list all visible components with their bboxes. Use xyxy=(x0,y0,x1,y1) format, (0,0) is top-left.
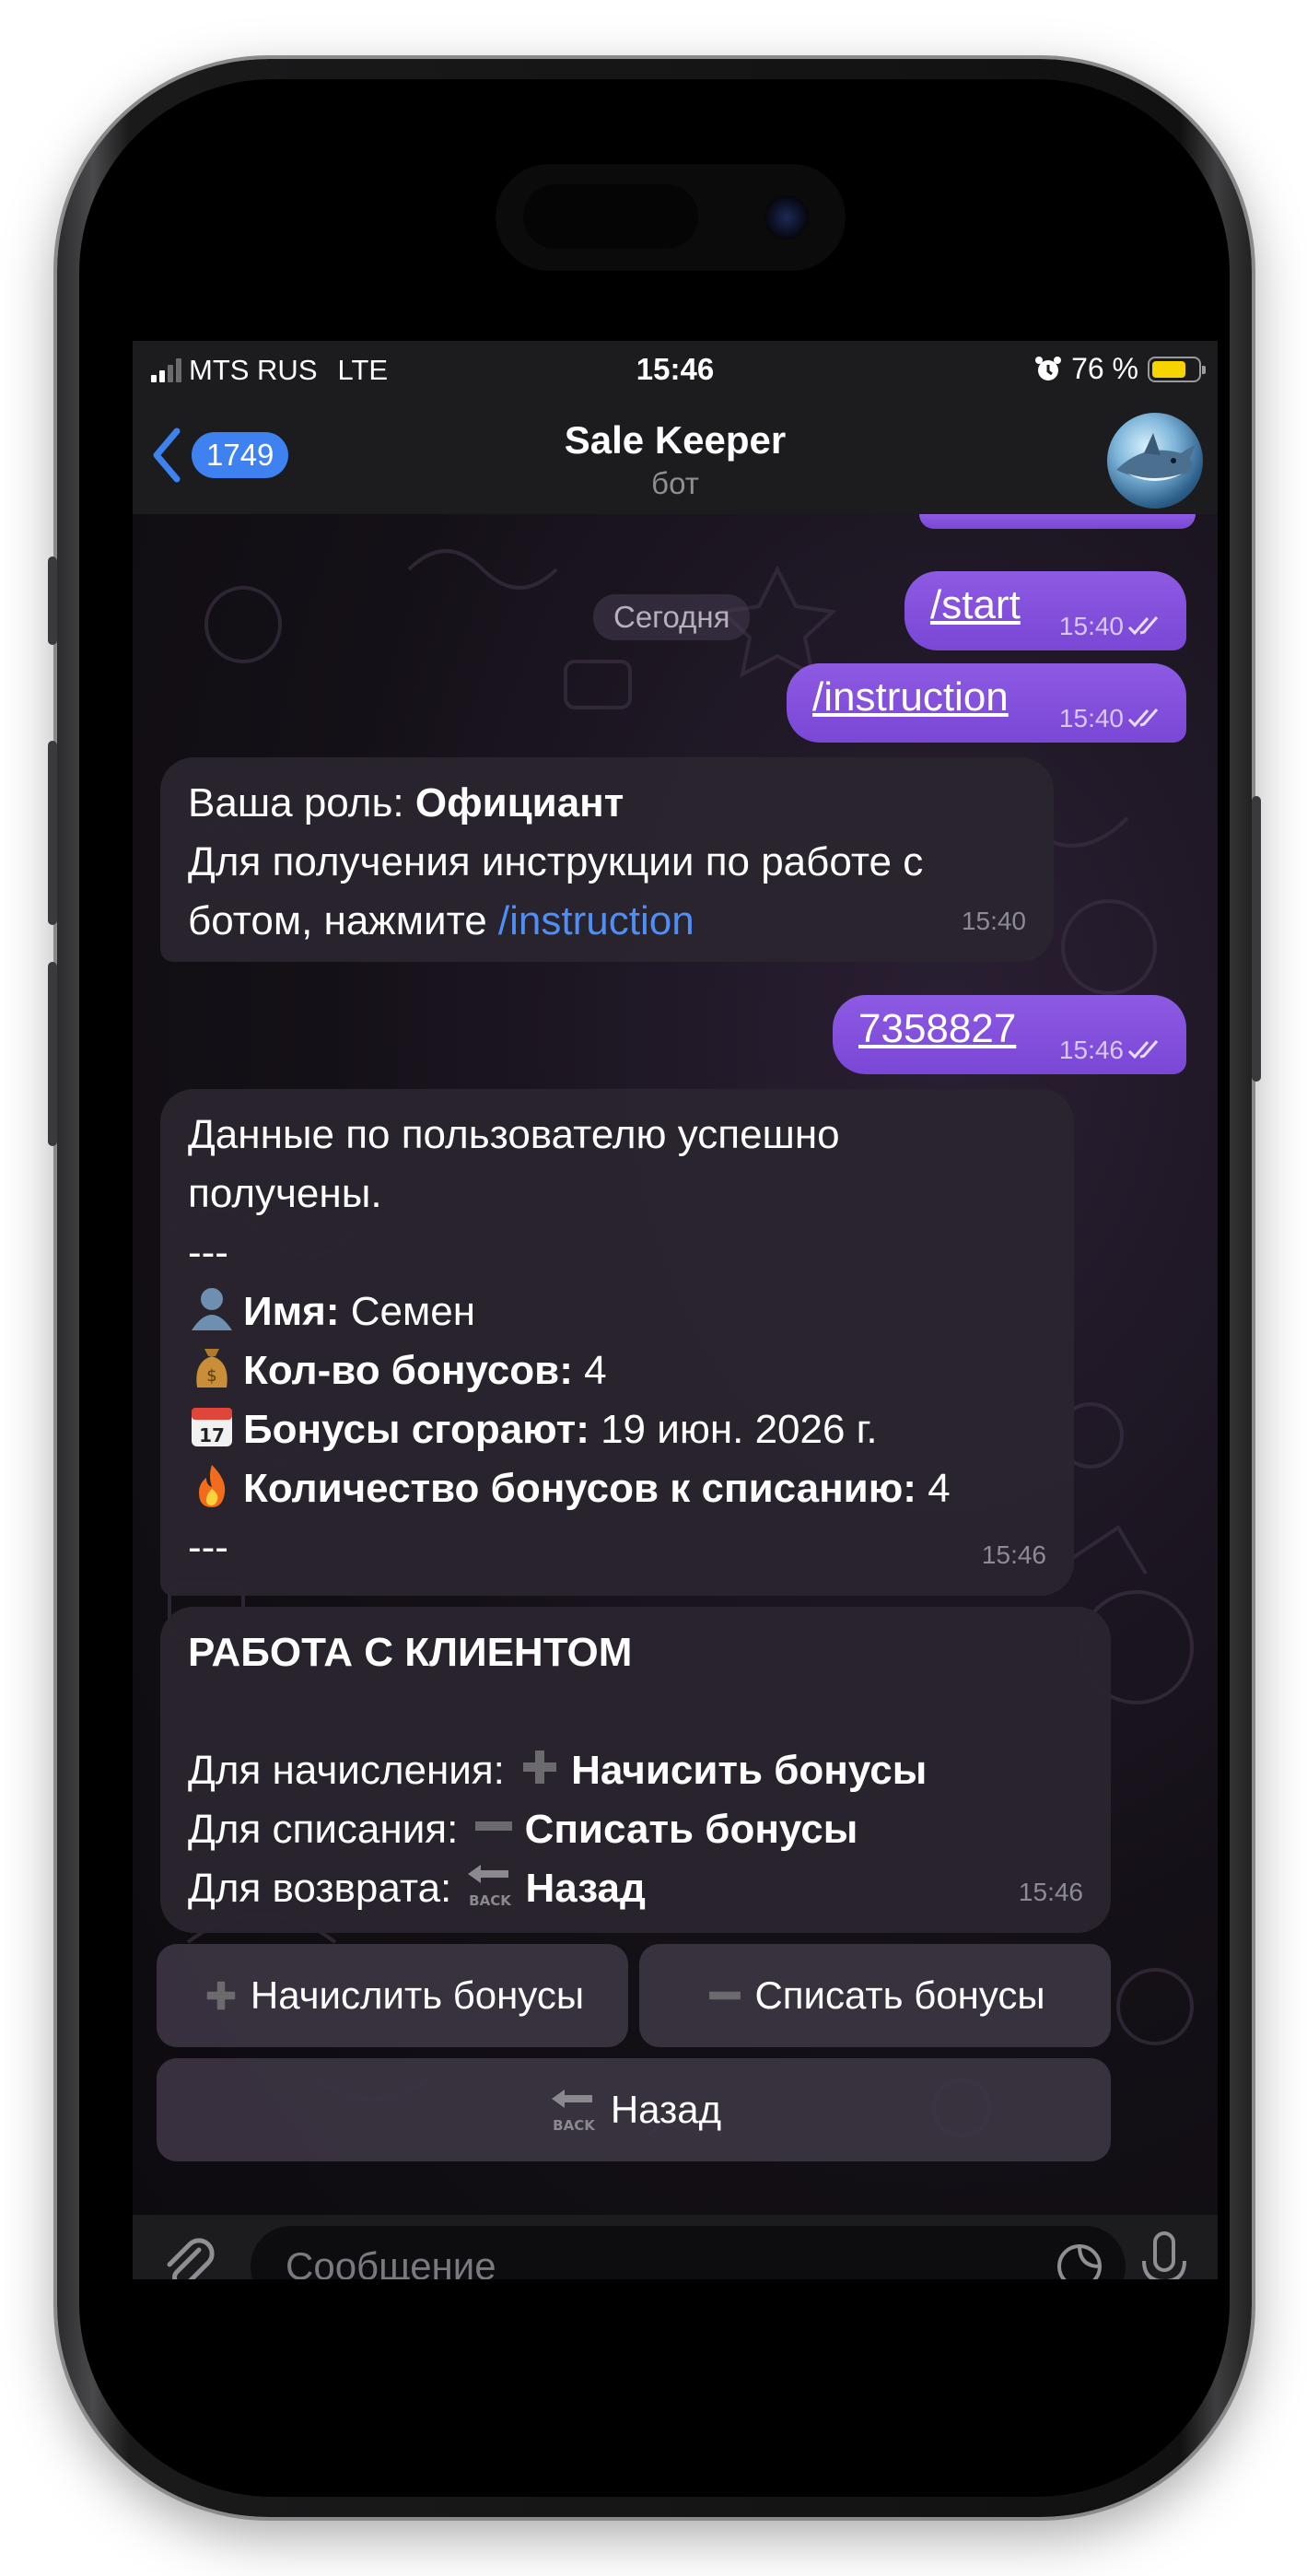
role-value: Официант xyxy=(414,780,624,825)
dynamic-island xyxy=(496,164,846,271)
name-value: Семен xyxy=(339,1289,475,1334)
svg-text:$: $ xyxy=(206,1366,216,1386)
shark-icon xyxy=(1116,433,1196,481)
power-button xyxy=(1252,796,1261,1082)
command-link[interactable]: /instruction xyxy=(812,674,1009,720)
day-separator: Сегодня xyxy=(593,594,751,640)
double-check-icon xyxy=(1127,616,1159,636)
message-text[interactable]: 7358827 xyxy=(858,1006,1016,1052)
paperclip-icon[interactable] xyxy=(157,2233,221,2279)
section-heading: РАБОТА С КЛИЕНТОМ xyxy=(188,1630,633,1675)
bonus-count-value: 4 xyxy=(572,1348,607,1393)
expiry-value: 19 июн. 2026 г. xyxy=(589,1407,878,1452)
message-composer: Сообщение xyxy=(133,2215,1218,2279)
battery-icon xyxy=(1148,356,1206,382)
incoming-message: РАБОТА С КЛИЕНТОМ Для начисления: Начиси… xyxy=(160,1607,1111,1933)
telegram-screen: MTS RUS LTE 15:46 76 % 1749 Sale Keeper … xyxy=(133,341,1218,2279)
return-action: Назад xyxy=(525,1866,646,1911)
volume-up-button xyxy=(48,741,57,925)
accrue-action: Начисить бонусы xyxy=(571,1748,928,1793)
svg-text:17: 17 xyxy=(199,1424,225,1446)
minus-icon xyxy=(474,1821,512,1831)
message-input[interactable]: Сообщение xyxy=(251,2226,1126,2279)
money-bag-icon: $ xyxy=(196,1349,228,1388)
separator-text: --- xyxy=(188,1525,228,1570)
writeoff-action: Списать бонусы xyxy=(524,1807,858,1852)
message-placeholder: Сообщение xyxy=(286,2244,496,2279)
previous-message-tail xyxy=(919,514,1196,529)
outgoing-message[interactable]: 7358827 15:46 xyxy=(833,995,1186,1074)
svg-text:BACK: BACK xyxy=(470,1892,513,1909)
bonus-count-label: Кол-во бонусов: xyxy=(243,1348,573,1393)
plus-icon xyxy=(206,1981,236,2010)
back-arrow-icon: BACK xyxy=(551,2090,596,2134)
message-time: 15:40 xyxy=(1058,612,1124,640)
status-bar: MTS RUS LTE 15:46 76 % xyxy=(133,341,1218,400)
microphone-icon[interactable] xyxy=(1137,2230,1192,2279)
writeoff-bonuses-button[interactable]: Списать бонусы xyxy=(639,1944,1111,2047)
svg-text:BACK: BACK xyxy=(553,2117,596,2134)
action-button xyxy=(48,556,57,645)
accrue-bonuses-button[interactable]: Начислить бонусы xyxy=(157,1944,628,2047)
writeoff-label: Для списания: xyxy=(188,1807,470,1852)
role-label: Ваша роль: xyxy=(188,780,415,825)
incoming-message: Данные по пользователю успешно получены.… xyxy=(160,1089,1074,1596)
bot-avatar[interactable] xyxy=(1107,413,1203,509)
phone-frame: MTS RUS LTE 15:46 76 % 1749 Sale Keeper … xyxy=(48,59,1261,2517)
name-label: Имя: xyxy=(243,1289,340,1334)
message-line: ботом, нажмите xyxy=(188,898,498,943)
sticker-icon[interactable] xyxy=(1054,2241,1105,2279)
message-line: Для получения инструкции по работе с xyxy=(188,839,924,884)
message-time: 15:46 xyxy=(981,1540,1046,1569)
alarm-icon xyxy=(1035,356,1062,381)
outgoing-message[interactable]: /instruction 15:40 xyxy=(787,663,1186,743)
return-label: Для возврата: xyxy=(188,1866,463,1911)
message-time: 15:40 xyxy=(1058,704,1124,732)
camera-icon xyxy=(764,195,809,240)
phone-bezel: MTS RUS LTE 15:46 76 % 1749 Sale Keeper … xyxy=(79,79,1230,2497)
message-time: 15:40 xyxy=(961,907,1026,935)
message-line: получены. xyxy=(188,1171,382,1216)
button-label: Начислить бонусы xyxy=(250,1973,585,2017)
message-line: Данные по пользователю успешно xyxy=(188,1112,840,1157)
double-check-icon xyxy=(1127,708,1159,728)
expiry-label: Бонусы сгорают: xyxy=(243,1407,589,1452)
chat-subtitle: бот xyxy=(651,466,699,500)
spend-value: 4 xyxy=(916,1466,951,1511)
accrue-label: Для начисления: xyxy=(188,1748,517,1793)
outgoing-message[interactable]: /start 15:40 xyxy=(904,571,1186,650)
user-silhouette-icon xyxy=(192,1288,232,1330)
button-label: Назад xyxy=(610,2088,722,2131)
back-arrow-icon: BACK xyxy=(468,1865,513,1909)
battery-percent: 76 % xyxy=(1071,352,1138,385)
double-check-icon xyxy=(1127,1040,1159,1060)
message-time: 15:46 xyxy=(1018,1878,1083,1906)
volume-down-button xyxy=(48,962,57,1146)
calendar-icon: 17 xyxy=(192,1408,232,1446)
incoming-message: Ваша роль: Официант Для получения инстру… xyxy=(160,757,1054,962)
chat-title[interactable]: Sale Keeper xyxy=(133,418,1218,463)
back-keyboard-button[interactable]: BACK Назад xyxy=(157,2058,1111,2161)
separator-text: --- xyxy=(188,1230,228,1275)
instruction-link[interactable]: /instruction xyxy=(498,898,694,943)
spend-label: Количество бонусов к списанию: xyxy=(243,1466,916,1511)
plus-icon xyxy=(523,1751,557,1784)
minus-icon xyxy=(709,1991,741,2000)
button-label: Списать бонусы xyxy=(754,1973,1045,2017)
chat-header: 1749 Sale Keeper бот xyxy=(133,400,1218,514)
fire-icon xyxy=(199,1465,226,1507)
command-link[interactable]: /start xyxy=(930,582,1021,628)
message-time: 15:46 xyxy=(1058,1036,1124,1064)
